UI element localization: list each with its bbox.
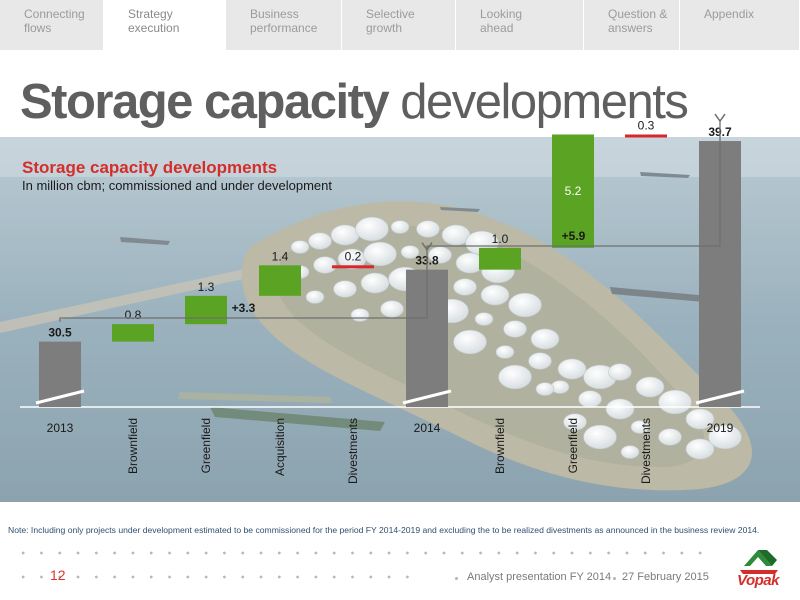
data-label: 0.2 — [345, 249, 362, 263]
data-label: 1.0 — [492, 232, 509, 246]
vopak-logo: Vopak — [720, 546, 796, 590]
category-label: Divestments — [346, 418, 360, 484]
data-label: 1.3 — [198, 280, 215, 294]
category-label: Greenfield — [199, 418, 213, 473]
category-label: 2013 — [47, 421, 74, 435]
decrease-bar — [332, 265, 374, 269]
category-label: Acquisition — [273, 418, 287, 476]
footnote: Note: Including only projects under deve… — [8, 525, 760, 535]
data-label: 5.2 — [565, 184, 582, 198]
dot-separator — [14, 551, 704, 555]
category-label: Greenfield — [566, 418, 580, 473]
increase-bar — [479, 247, 521, 270]
waterfall-chart: 30.50.81.31.4 0.2 33.81.05.20.3 39.72013 Bro… — [20, 113, 760, 484]
footer-dot — [455, 577, 458, 580]
data-label: 30.5 — [48, 326, 72, 340]
increase-bar — [112, 324, 154, 342]
category-label: Divestments — [639, 418, 653, 484]
increase-bar — [259, 265, 301, 296]
decrease-bar — [625, 134, 667, 138]
growth-label: +3.3 — [232, 301, 256, 315]
footer-dot — [613, 577, 616, 580]
category-label: Brownfield — [126, 418, 140, 474]
data-label: 1.4 — [272, 249, 289, 263]
presentation-date: 27 February 2015 — [622, 571, 709, 583]
presentation-title: Analyst presentation FY 2014 — [467, 571, 612, 583]
growth-label: +5.9 — [562, 229, 586, 243]
increase-bar — [185, 295, 227, 325]
data-label: 0.3 — [638, 119, 655, 133]
category-label: Brownfield — [493, 418, 507, 474]
category-label: 2014 — [414, 421, 441, 435]
category-label: 2019 — [707, 421, 734, 435]
vopak-logo-text: Vopak — [737, 572, 779, 589]
page-number: 12 — [50, 567, 66, 583]
bracket-arrowhead — [714, 113, 726, 123]
dot-separator — [14, 575, 414, 579]
data-label: 0.8 — [125, 308, 142, 322]
